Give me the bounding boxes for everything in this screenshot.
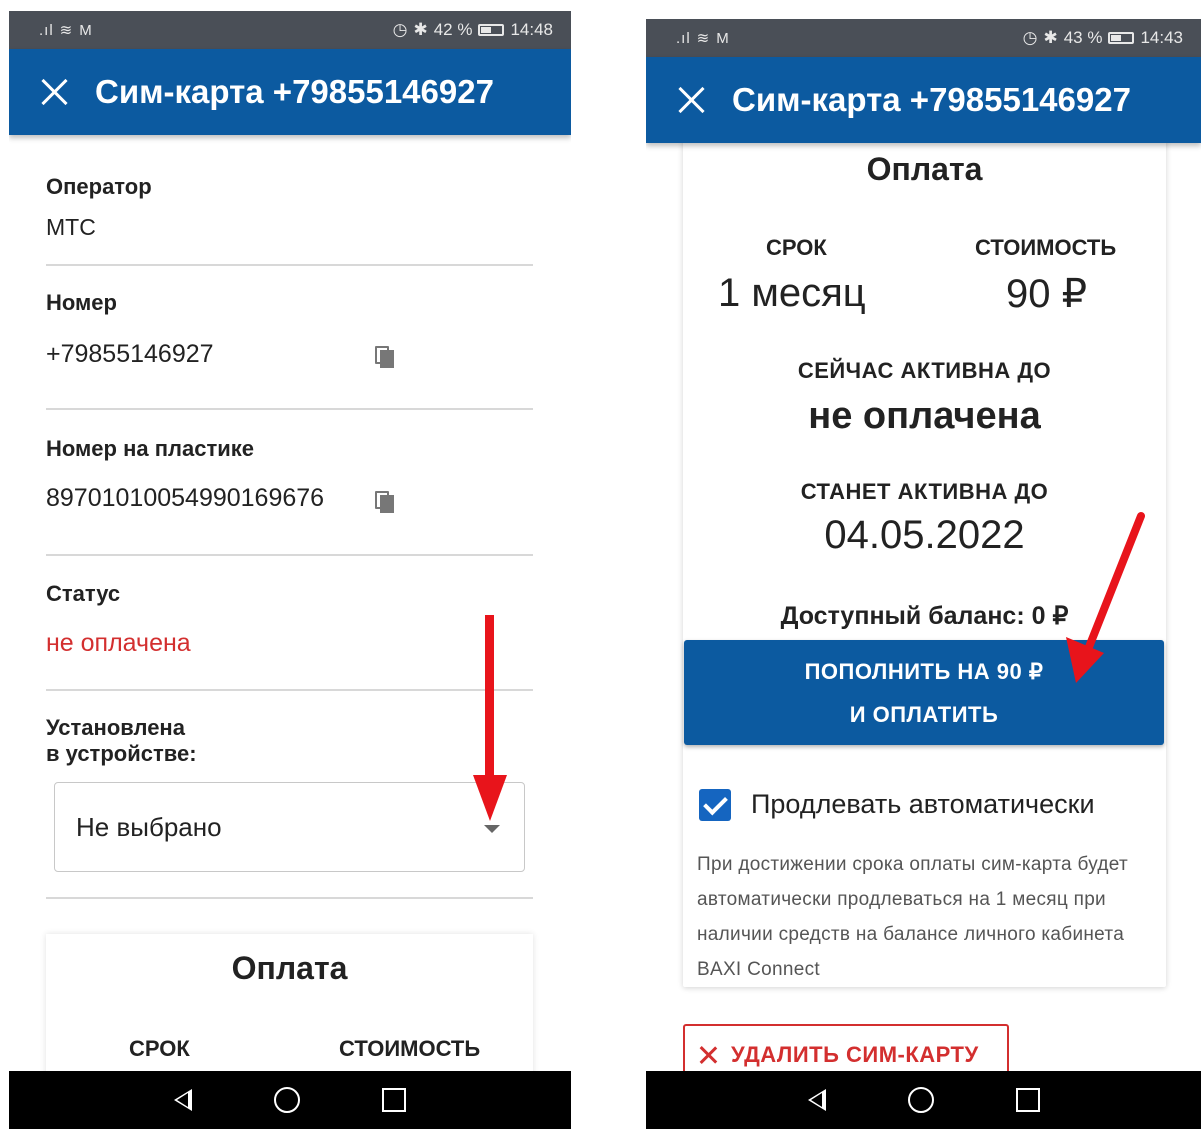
divider (46, 264, 533, 266)
payment-title: Оплата (231, 950, 348, 986)
annotation-arrow (1066, 512, 1145, 683)
divider (46, 554, 533, 556)
wifi-icon: ≋ (59, 22, 74, 39)
alarm-icon: ◷ (392, 20, 408, 39)
cost-label: СТОИМОСТЬ (339, 1036, 481, 1061)
back-icon[interactable] (807, 1089, 826, 1111)
right-screenshot: .ıl ≋ M ◷ ✱ 43 % 14:43 Сим-карта +798551… (646, 19, 1201, 1129)
plastic-number-label: Номер на пластике (46, 436, 255, 461)
plastic-number-value: 89701010054990169676 (46, 484, 325, 512)
home-icon[interactable] (907, 1087, 934, 1113)
term-label: СРОК (129, 1036, 190, 1061)
operator-value: МТС (46, 214, 96, 240)
signal-icon: .ıl (39, 21, 54, 39)
device-label-line1: Установлена (46, 715, 185, 740)
app-bar: Сим-карта +79855146927 (9, 49, 571, 135)
annotation-arrow (485, 615, 494, 785)
annotation-arrowhead (473, 775, 507, 821)
copy-number-icon[interactable] (375, 346, 394, 368)
operator-label: Оператор (46, 174, 152, 199)
recent-apps-icon[interactable] (1015, 1088, 1040, 1112)
copy-plastic-number-icon[interactable] (375, 491, 394, 513)
recent-apps-icon[interactable] (382, 1088, 406, 1112)
dropdown-caret-icon (484, 825, 500, 833)
device-select-value: Не выбрано (76, 811, 222, 842)
divider (46, 897, 533, 899)
close-icon[interactable] (676, 84, 708, 116)
battery-icon (478, 24, 505, 36)
page-title: Сим-карта +79855146927 (95, 73, 494, 110)
device-label-line2: в устройстве: (46, 741, 197, 766)
mail-icon: M (79, 21, 93, 39)
status-bar: .ıl ≋ M ◷ ✱ 42 % 14:48 (9, 11, 571, 49)
android-nav-bar (646, 1071, 1201, 1129)
bluetooth-icon: ✱ (413, 20, 428, 39)
back-icon[interactable] (174, 1089, 192, 1111)
device-field: Установлена в устройстве: (46, 715, 533, 767)
status-value: не оплачена (46, 629, 191, 657)
divider (46, 689, 533, 691)
android-nav-bar (9, 1071, 571, 1129)
divider (46, 408, 533, 410)
left-screenshot: .ıl ≋ M ◷ ✱ 42 % 14:48 Сим-карта +798551… (9, 11, 571, 1129)
app-bar: Сим-карта +79855146927 (646, 57, 1201, 143)
number-value: +79855146927 (46, 340, 214, 368)
close-icon[interactable] (39, 76, 71, 108)
home-icon[interactable] (274, 1087, 300, 1113)
battery-percent: 42 % (433, 20, 473, 39)
plastic-number-field: Номер на пластике 89701010054990169676 (46, 436, 533, 513)
number-field: Номер +79855146927 (46, 290, 533, 369)
device-select[interactable]: Не выбрано (54, 782, 525, 872)
page-title: Сим-карта +79855146927 (732, 81, 1131, 118)
clock: 14:48 (510, 20, 553, 39)
operator-field: Оператор МТС (46, 174, 533, 241)
status-label: Статус (46, 581, 121, 606)
status-field: Статус не оплачена (46, 581, 533, 658)
number-label: Номер (46, 290, 117, 315)
